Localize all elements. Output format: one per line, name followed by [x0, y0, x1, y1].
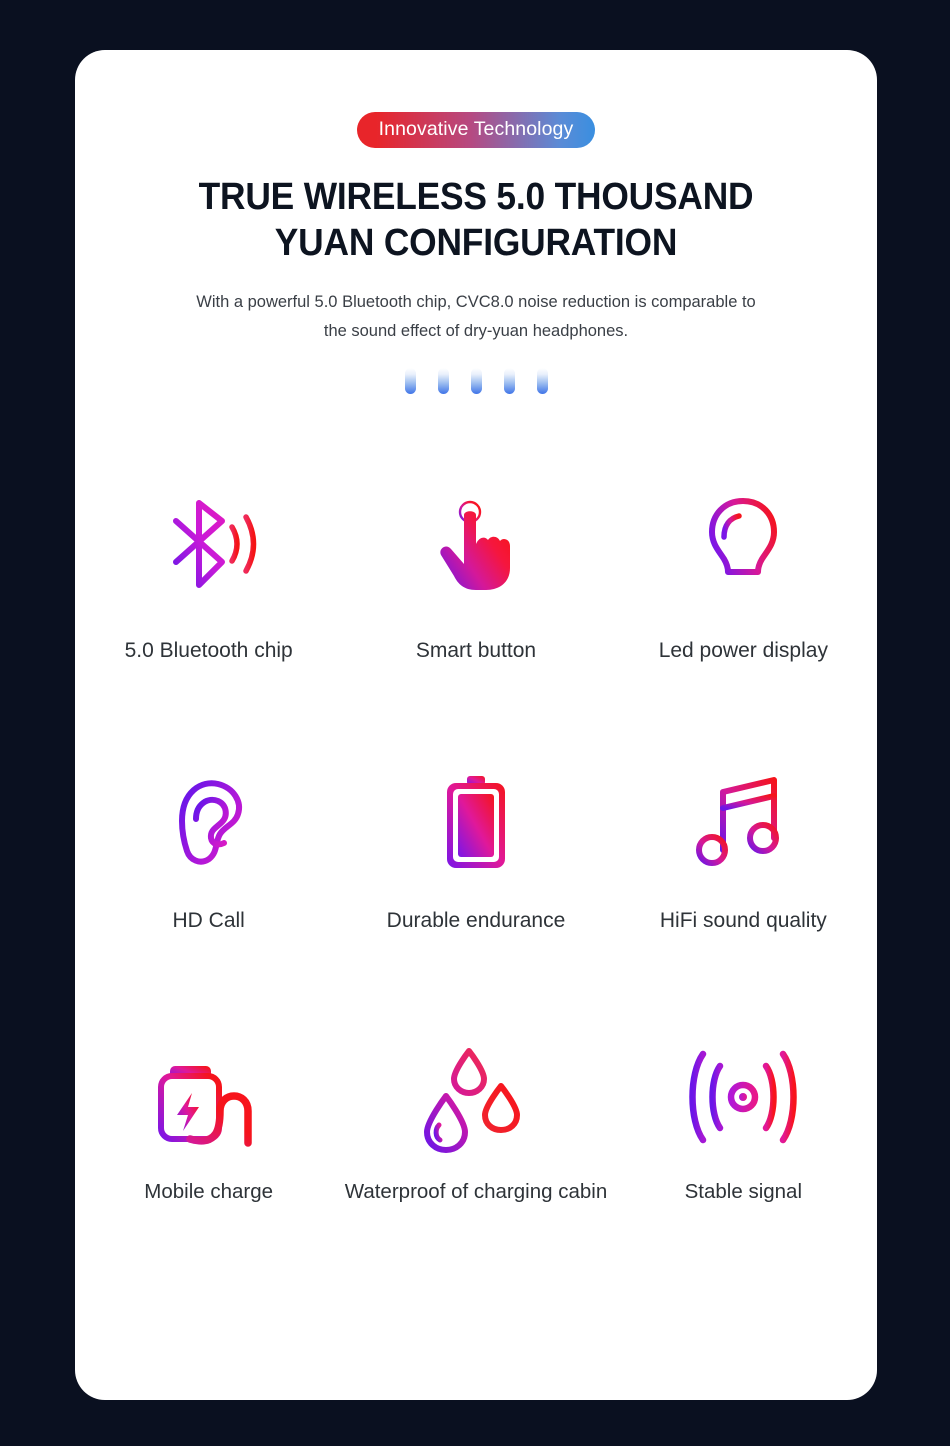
divider-bar: [536, 368, 548, 394]
divider-bar: [437, 368, 449, 394]
radio-waves-icon: [687, 1038, 799, 1158]
innovative-technology-badge: Innovative Technology: [356, 112, 596, 148]
feature-label: Led power display: [658, 639, 828, 662]
water-drops-icon: [421, 1038, 531, 1158]
bluetooth-signal-icon: [154, 484, 264, 604]
divider-bar: [470, 368, 482, 394]
feature-label: 5.0 Bluetooth chip: [124, 639, 293, 662]
feature-item-waterproof: Waterproof of charging cabin: [342, 1038, 609, 1315]
power-bank-charging-icon: [150, 1038, 268, 1158]
lightbulb-icon: [688, 484, 798, 604]
feature-label: HiFi sound quality: [659, 909, 827, 932]
page-title: TRUE WIRELESS 5.0 THOUSAND YUAN CONFIGUR…: [103, 174, 849, 266]
badge-container: Innovative Technology: [75, 112, 877, 148]
page-subtitle: With a powerful 5.0 Bluetooth chip, CVC8…: [196, 293, 756, 340]
divider-bars: [75, 368, 877, 394]
feature-item-stable-signal: Stable signal: [610, 1038, 877, 1315]
feature-item-hd-call: HD Call: [75, 761, 342, 1038]
feature-label: Waterproof of charging cabin: [344, 1180, 608, 1203]
feature-label: HD Call: [172, 909, 245, 932]
divider-bar: [503, 368, 515, 394]
promo-card: Innovative Technology TRUE WIRELESS 5.0 …: [75, 50, 877, 1400]
feature-item-endurance: Durable endurance: [342, 761, 609, 1038]
feature-item-bluetooth: 5.0 Bluetooth chip: [75, 484, 342, 761]
feature-label: Smart button: [415, 639, 537, 662]
page-root: Innovative Technology TRUE WIRELESS 5.0 …: [0, 0, 950, 1446]
feature-grid: 5.0 Bluetooth chip Smart button Led powe…: [75, 484, 877, 1315]
feature-label: Mobile charge: [144, 1180, 274, 1203]
page-title-line-2: YUAN CONFIGURATION: [274, 222, 678, 264]
page-title-line-1: TRUE WIRELESS 5.0 THOUSAND: [198, 176, 754, 218]
divider-bar: [404, 368, 416, 394]
ear-icon: [154, 761, 264, 881]
feature-item-mobile-charge: Mobile charge: [75, 1038, 342, 1315]
feature-label: Durable endurance: [386, 909, 566, 932]
feature-label: Stable signal: [684, 1180, 803, 1203]
feature-item-smart-button: Smart button: [342, 484, 609, 761]
feature-item-led-display: Led power display: [610, 484, 877, 761]
battery-icon: [421, 761, 531, 881]
music-note-icon: [688, 761, 798, 881]
tap-hand-icon: [421, 484, 531, 604]
feature-item-hifi: HiFi sound quality: [610, 761, 877, 1038]
